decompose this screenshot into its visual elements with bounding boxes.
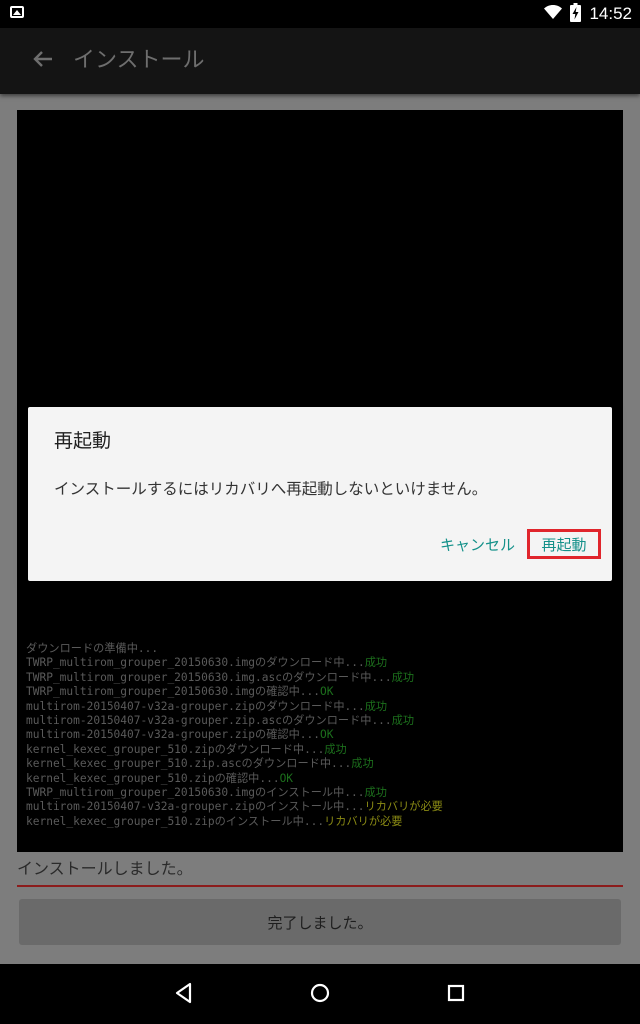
done-button[interactable]: 完了しました。 bbox=[19, 899, 621, 945]
nav-home-button[interactable] bbox=[305, 980, 335, 1010]
log-line-text: kernel_kexec_grouper_510.zip.ascのダウンロード中… bbox=[26, 757, 352, 771]
log-line: TWRP_multirom_grouper_20150630.imgの確認中..… bbox=[26, 685, 443, 699]
log-result-ok: 成功 bbox=[364, 656, 388, 670]
status-divider bbox=[17, 885, 623, 887]
dialog-title: 再起動 bbox=[54, 430, 112, 452]
log-line-text: TWRP_multirom_grouper_20150630.imgのインストー… bbox=[26, 786, 365, 800]
log-line: multirom-20150407-v32a-grouper.zip.ascのダ… bbox=[26, 714, 443, 728]
log-line-text: multirom-20150407-v32a-grouper.zip.ascのダ… bbox=[26, 714, 392, 728]
log-line: kernel_kexec_grouper_510.zip.ascのダウンロード中… bbox=[26, 757, 443, 771]
log-line-text: kernel_kexec_grouper_510.zipの確認中... bbox=[26, 771, 280, 785]
log-result-ok: OK bbox=[319, 728, 334, 742]
log-result-ok: 成功 bbox=[364, 786, 387, 800]
log-result-ok: OK bbox=[319, 685, 334, 699]
nav-back-button[interactable] bbox=[169, 980, 199, 1010]
restart-button-label: 再起動 bbox=[541, 535, 587, 554]
log-line: ダウンロードの準備中... bbox=[26, 642, 443, 656]
navigation-bar bbox=[0, 964, 640, 1024]
log-line-text: ダウンロードの準備中... bbox=[26, 642, 159, 655]
log-result-ok: 成功 bbox=[391, 714, 415, 728]
log-line: multirom-20150407-v32a-grouper.zipのダウンロー… bbox=[26, 700, 443, 714]
dialog-message: インストールするにはリカバリへ再起動しないといけません。 bbox=[54, 480, 488, 498]
log-line: kernel_kexec_grouper_510.zipの確認中...OK bbox=[26, 772, 443, 786]
log-line-text: kernel_kexec_grouper_510.zipのインストール中... bbox=[26, 814, 325, 828]
status-icons: 14:52 bbox=[544, 2, 632, 26]
app-bar: インストール bbox=[0, 28, 640, 94]
log-line-text: TWRP_multirom_grouper_20150630.img.ascのダ… bbox=[26, 670, 392, 684]
log-result-ok: 成功 bbox=[351, 757, 374, 771]
log-result-ok: 成功 bbox=[364, 699, 388, 713]
log-line: kernel_kexec_grouper_510.zipのダウンロード中...成… bbox=[26, 743, 443, 757]
log-line: kernel_kexec_grouper_510.zipのインストール中...リ… bbox=[26, 815, 443, 829]
screen: 14:52 インストール ダウンロードの準備中... TWRP_multirom_… bbox=[0, 0, 640, 1024]
log-line: multirom-20150407-v32a-grouper.zipの確認中..… bbox=[26, 728, 443, 742]
back-triangle-icon bbox=[173, 982, 195, 1008]
log-line-text: multirom-20150407-v32a-grouper.zipの確認中..… bbox=[26, 728, 320, 742]
status-bar: 14:52 bbox=[0, 0, 640, 28]
battery-charging-icon bbox=[570, 2, 582, 26]
log-line: multirom-20150407-v32a-grouper.zipのインストー… bbox=[26, 800, 443, 814]
recents-square-icon bbox=[446, 983, 466, 1007]
log-result-ok: 成功 bbox=[391, 670, 415, 684]
restart-button[interactable]: 再起動 bbox=[527, 529, 601, 559]
arrow-left-icon bbox=[33, 50, 53, 72]
log-line: TWRP_multirom_grouper_20150630.img.ascのダ… bbox=[26, 671, 443, 685]
log-text: ダウンロードの準備中... TWRP_multirom_grouper_20150… bbox=[26, 642, 443, 829]
wifi-icon bbox=[544, 4, 563, 24]
back-button[interactable] bbox=[26, 45, 60, 77]
log-line-text: kernel_kexec_grouper_510.zipのダウンロード中... bbox=[26, 742, 325, 756]
log-result-warning: リカバリが必要 bbox=[324, 814, 403, 828]
log-result-ok: 成功 bbox=[324, 742, 347, 756]
log-line: TWRP_multirom_grouper_20150630.imgのダウンロー… bbox=[26, 656, 443, 670]
log-line-text: TWRP_multirom_grouper_20150630.imgのダウンロー… bbox=[26, 656, 365, 670]
log-line: TWRP_multirom_grouper_20150630.imgのインストー… bbox=[26, 786, 443, 800]
image-icon bbox=[10, 6, 24, 18]
nav-recents-button[interactable] bbox=[441, 980, 471, 1010]
log-result-ok: OK bbox=[279, 771, 294, 785]
home-circle-icon bbox=[309, 982, 331, 1008]
log-result-warning: リカバリが必要 bbox=[364, 800, 443, 814]
log-line-text: multirom-20150407-v32a-grouper.zipのインストー… bbox=[26, 800, 365, 814]
status-time: 14:52 bbox=[589, 4, 632, 23]
log-line-text: multirom-20150407-v32a-grouper.zipのダウンロー… bbox=[26, 699, 365, 713]
cancel-button[interactable]: キャンセル bbox=[440, 531, 515, 559]
page-title: インストール bbox=[73, 48, 205, 73]
install-status-text: インストールしました。 bbox=[17, 859, 193, 878]
restart-dialog: 再起動 インストールするにはリカバリへ再起動しないといけません。 キャンセル 再… bbox=[28, 407, 612, 581]
log-line-text: TWRP_multirom_grouper_20150630.imgの確認中..… bbox=[26, 685, 320, 699]
